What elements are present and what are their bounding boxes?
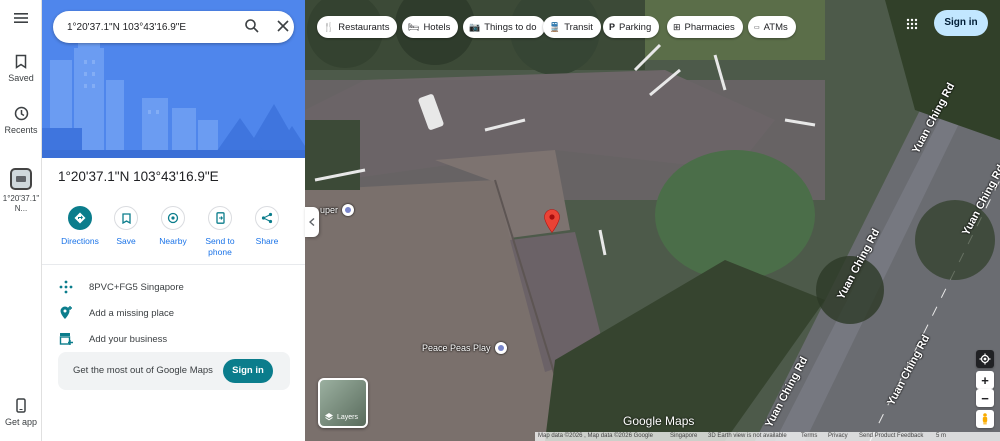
search-box [53,11,294,43]
promo-text: Get the most out of Google Maps [73,365,213,376]
google-maps-logo: Google Maps [623,414,695,428]
get-app-label: Get app [4,417,38,427]
zoom-in-button[interactable]: + [976,371,994,389]
chip-atms[interactable]: ▭ ATMs [748,16,796,38]
hamburger-menu-icon [14,13,28,23]
nearby-button[interactable]: Nearby [147,206,199,247]
chip-pharmacies[interactable]: ⊞ Pharmacies [667,16,743,38]
poi-marker-super[interactable] [342,204,354,216]
atm-icon: ▭ [754,24,760,31]
pharmacy-icon: ⊞ [673,21,681,32]
terms-link[interactable]: Terms [801,433,817,439]
plus-code-text: 8PVC+FG5 Singapore [89,282,184,293]
google-apps-icon[interactable] [906,18,918,30]
scale-label: 5 m [936,433,947,439]
send-to-phone-button[interactable]: Send to phone [194,206,246,258]
satellite-map[interactable]: 🍴 Restaurants 🛏 Hotels 📷 Things to do 🚆 Tran… [305,0,1000,441]
place-title: 1°20'37.1"N 103°43'16.9"E [58,169,219,184]
sign-in-promo: Get the most out of Google Maps Sign in [58,352,290,390]
add-business-text: Add your business [89,334,168,345]
fork-knife-icon: 🍴 [323,21,335,32]
plus-icon: + [981,372,989,388]
storefront-icon [59,333,73,345]
parking-icon: P [609,22,616,32]
plus-code-icon [59,280,73,294]
region-label[interactable]: Singapore [670,433,697,439]
chip-restaurants[interactable]: 🍴 Restaurants [317,16,398,38]
directions-icon [74,212,86,224]
privacy-link[interactable]: Privacy [828,433,848,439]
satellite-imagery [305,0,1000,441]
map-data-attribution: Map data ©2026 , Map data ©2026 Google [538,433,653,439]
zoom-out-button[interactable]: − [976,389,994,407]
close-icon[interactable] [276,19,290,33]
chip-parking[interactable]: P Parking [603,16,660,38]
location-pin-icon[interactable] [544,209,560,233]
recents-label: Recents [4,125,38,135]
menu-button[interactable] [0,12,42,40]
phone-icon [16,398,26,413]
send-feedback-link[interactable]: Send Product Feedback [859,433,923,439]
directions-button[interactable]: Directions [54,206,106,247]
plus-code-row[interactable]: 8PVC+FG5 Singapore [58,279,298,297]
map-footer: Map data ©2026 , Map data ©2026 Google S… [535,432,1000,441]
poi-label-peace-peas-play[interactable]: Peace Peas Play [422,343,491,353]
poi-marker-peace-peas-play[interactable] [495,342,507,354]
nearby-label: Nearby [159,236,187,246]
add-location-icon [60,306,72,319]
search-icon[interactable] [244,18,260,34]
my-location-button[interactable] [976,350,994,368]
place-actions: Directions Save Nearby Send to phone Sha… [42,206,305,258]
send-to-phone-label: Send to phone [205,236,235,257]
recent-place-label: 1°20'37.1" N... [2,194,40,213]
train-icon: 🚆 [549,21,561,32]
save-button[interactable]: Save [100,206,152,247]
pegman-icon [982,413,988,425]
saved-button[interactable]: Saved [0,54,42,83]
bookmark-icon [121,212,131,224]
street-view-pegman-button[interactable] [976,410,994,428]
my-location-icon [979,353,991,365]
collapse-panel-button[interactable] [305,207,319,237]
recents-button[interactable]: Recents [0,106,42,135]
phone-icon [215,212,225,224]
nearby-icon [167,212,179,224]
recent-place-thumbnail [10,168,32,190]
chip-transit[interactable]: 🚆 Transit [543,16,601,38]
chip-things-to-do[interactable]: 📷 Things to do [463,16,545,38]
add-missing-place-row[interactable]: Add a missing place [58,305,298,323]
recent-place-item[interactable]: 1°20'37.1" N... [0,168,42,214]
sign-in-button[interactable]: Sign in [934,10,988,36]
bookmark-icon [15,54,27,69]
add-missing-place-text: Add a missing place [89,308,175,319]
save-label: Save [116,236,136,246]
layers-label: Layers [337,413,359,421]
search-input[interactable] [67,11,227,43]
poi-label-super: uper [320,205,339,215]
saved-label: Saved [8,73,34,83]
chip-hotels[interactable]: 🛏 Hotels [402,16,459,38]
earth-view-notice: 3D Earth view is not available [708,433,787,439]
bed-icon: 🛏 [408,21,420,32]
share-label: Share [255,236,279,246]
place-panel: 1°20'37.1"N 103°43'16.9"E Directions Sav… [42,0,305,441]
layers-icon [325,413,333,421]
layers-button[interactable]: Layers [318,378,368,428]
minus-icon: − [981,390,989,406]
share-icon [261,212,273,224]
place-hero-illustration [42,0,305,158]
chevron-left-icon [309,218,315,226]
get-app-button[interactable]: Get app [0,398,42,427]
history-icon [14,106,28,121]
divider [42,264,305,265]
add-business-row[interactable]: Add your business [58,331,298,349]
left-rail: Saved Recents 1°20'37.1" N... Get app [0,0,42,441]
share-button[interactable]: Share [241,206,293,247]
directions-label: Directions [61,236,99,246]
promo-sign-in-button[interactable]: Sign in [223,359,273,383]
camera-icon: 📷 [469,21,481,32]
